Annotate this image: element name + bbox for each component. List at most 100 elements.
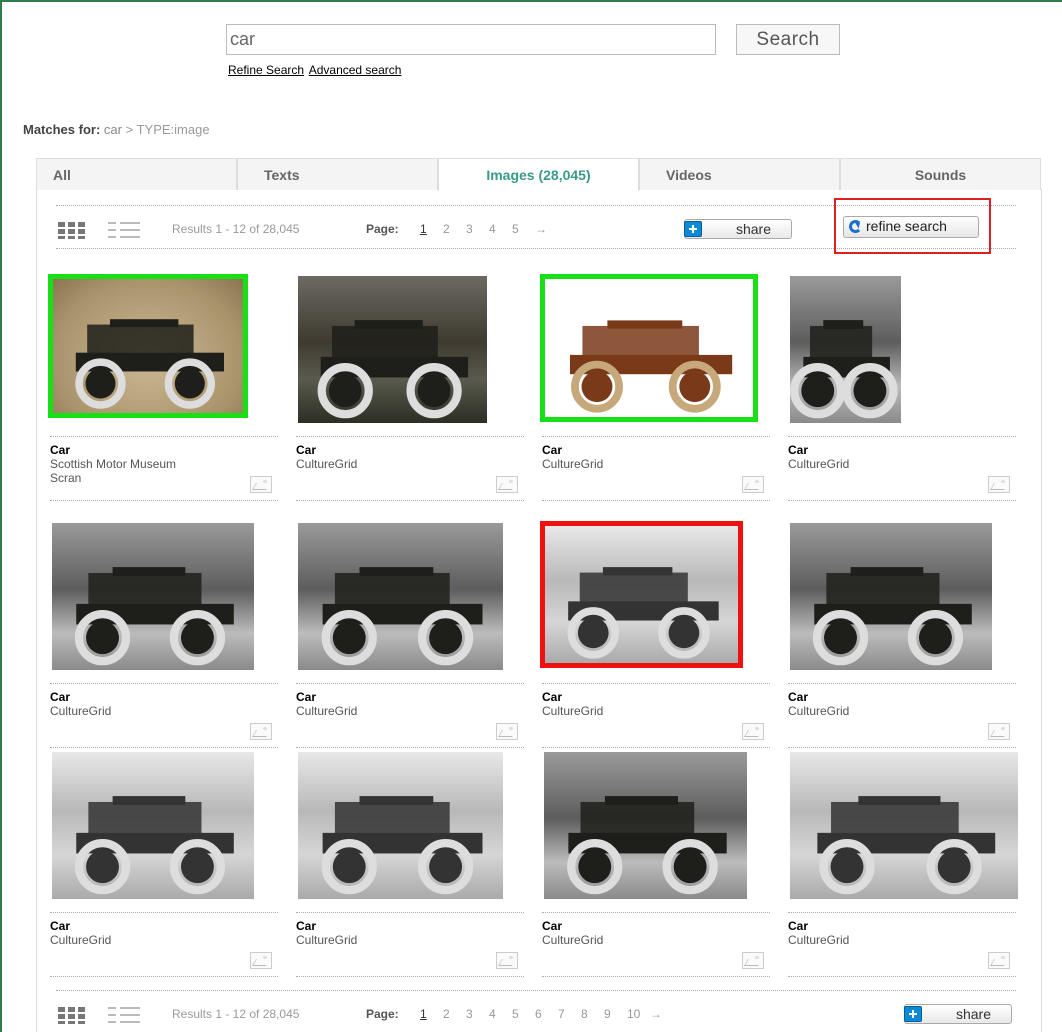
matches-label: Matches for: (23, 122, 101, 137)
page-link-7[interactable]: 7 (558, 1007, 581, 1021)
result-source: CultureGrid (788, 933, 850, 947)
page-link-9[interactable]: 9 (604, 1007, 627, 1021)
result-thumbnail[interactable] (544, 752, 747, 899)
refine-search-link[interactable]: Refine Search (228, 63, 304, 77)
card-divider (296, 747, 524, 748)
image-type-icon (988, 476, 1010, 493)
card-divider (542, 747, 770, 748)
result-source: CultureGrid (542, 704, 604, 718)
result-source: CultureGrid (50, 704, 112, 718)
pagination: 1 2 3 4 5 → (420, 222, 558, 236)
page-link-5[interactable]: 5 (512, 222, 535, 236)
page-link-3[interactable]: 3 (466, 222, 489, 236)
result-thumbnail[interactable] (52, 523, 254, 670)
result-thumbnail[interactable] (540, 521, 743, 668)
result-source-secondary: Scran (50, 471, 82, 485)
refine-search-label: refine search (866, 218, 947, 234)
result-title[interactable]: Car (788, 443, 808, 457)
page-link-8[interactable]: 8 (581, 1007, 604, 1021)
result-source: CultureGrid (542, 933, 604, 947)
search-input[interactable] (226, 24, 716, 55)
media-tabs: All Texts Images (28,045) Videos Sounds (36, 158, 1042, 191)
result-title[interactable]: Car (788, 690, 808, 704)
image-type-icon (250, 476, 272, 493)
result-thumbnail[interactable] (790, 276, 901, 423)
page-link-6[interactable]: 6 (535, 1007, 558, 1021)
result-source: CultureGrid (50, 933, 112, 947)
result-source: CultureGrid (296, 457, 358, 471)
page-link-5[interactable]: 5 (512, 1007, 535, 1021)
result-title[interactable]: Car (542, 443, 562, 457)
refine-search-button[interactable]: refine search (843, 216, 979, 238)
card-divider (542, 500, 770, 501)
result-thumbnail[interactable] (298, 523, 503, 670)
result-title[interactable]: Car (50, 690, 70, 704)
result-title[interactable]: Car (296, 690, 316, 704)
result-thumbnail[interactable] (48, 274, 248, 418)
result-title[interactable]: Car (50, 919, 70, 933)
plus-icon (904, 1006, 922, 1022)
result-title[interactable]: Car (542, 919, 562, 933)
matches-filter: > TYPE:image (125, 122, 210, 137)
image-type-icon (988, 723, 1010, 740)
result-thumbnail[interactable] (298, 276, 487, 423)
tab-videos[interactable]: Videos (639, 158, 840, 190)
result-thumbnail[interactable] (790, 523, 992, 670)
tab-sounds[interactable]: Sounds (840, 158, 1041, 190)
page-link-4[interactable]: 4 (489, 1007, 512, 1021)
tab-images[interactable]: Images (28,045) (438, 158, 639, 191)
image-type-icon (742, 952, 764, 969)
page-link-2[interactable]: 2 (443, 1007, 466, 1021)
image-type-icon (496, 476, 518, 493)
card-divider (50, 976, 278, 977)
card-divider (296, 436, 524, 437)
results-toolbar-bottom: Results 1 - 12 of 28,045 Page: 1 23456789… (56, 990, 1016, 1032)
result-source: CultureGrid (788, 457, 850, 471)
card-divider (50, 912, 278, 913)
card-divider (542, 912, 770, 913)
list-view-icon[interactable] (108, 1005, 140, 1025)
next-page-arrow[interactable]: → (535, 222, 558, 236)
result-title[interactable]: Car (296, 919, 316, 933)
page-link-10[interactable]: 10 (627, 1007, 650, 1021)
result-title[interactable]: Car (788, 919, 808, 933)
search-button[interactable]: Search (736, 24, 840, 55)
next-page-arrow[interactable]: → (650, 1007, 673, 1021)
page-link-4[interactable]: 4 (489, 222, 512, 236)
card-divider (788, 436, 1016, 437)
pagination: 1 2 3 4 5 6 7 8 9 10 → (420, 1007, 673, 1021)
matches-query[interactable]: car (104, 122, 122, 137)
page-link-2[interactable]: 2 (443, 222, 466, 236)
page-link-1: 1 (420, 1007, 427, 1021)
share-button[interactable]: share (904, 1004, 1012, 1024)
matches-breadcrumb: Matches for: car > TYPE:image (23, 122, 210, 137)
result-source: CultureGrid (296, 704, 358, 718)
list-view-icon[interactable] (108, 220, 140, 240)
tab-texts[interactable]: Texts (237, 158, 438, 190)
image-type-icon (250, 952, 272, 969)
result-title[interactable]: Car (50, 443, 70, 457)
card-divider (296, 683, 524, 684)
grid-view-icon[interactable] (58, 1005, 88, 1025)
plus-icon (684, 221, 702, 237)
card-divider (296, 976, 524, 977)
result-thumbnail[interactable] (298, 752, 503, 899)
share-button[interactable]: share (684, 219, 792, 239)
page-label: Page: (366, 222, 399, 236)
card-divider (50, 500, 278, 501)
page-link-3[interactable]: 3 (466, 1007, 489, 1021)
grid-view-icon[interactable] (58, 220, 88, 240)
advanced-search-link[interactable]: Advanced search (309, 63, 402, 77)
result-thumbnail[interactable] (540, 274, 758, 422)
result-source: CultureGrid (788, 704, 850, 718)
result-thumbnail[interactable] (790, 752, 1018, 899)
tab-all[interactable]: All (36, 158, 237, 190)
result-source: CultureGrid (296, 933, 358, 947)
image-type-icon (742, 476, 764, 493)
result-title[interactable]: Car (542, 690, 562, 704)
result-thumbnail[interactable] (52, 752, 254, 899)
image-type-icon (742, 723, 764, 740)
card-divider (542, 976, 770, 977)
result-title[interactable]: Car (296, 443, 316, 457)
card-divider (542, 436, 770, 437)
